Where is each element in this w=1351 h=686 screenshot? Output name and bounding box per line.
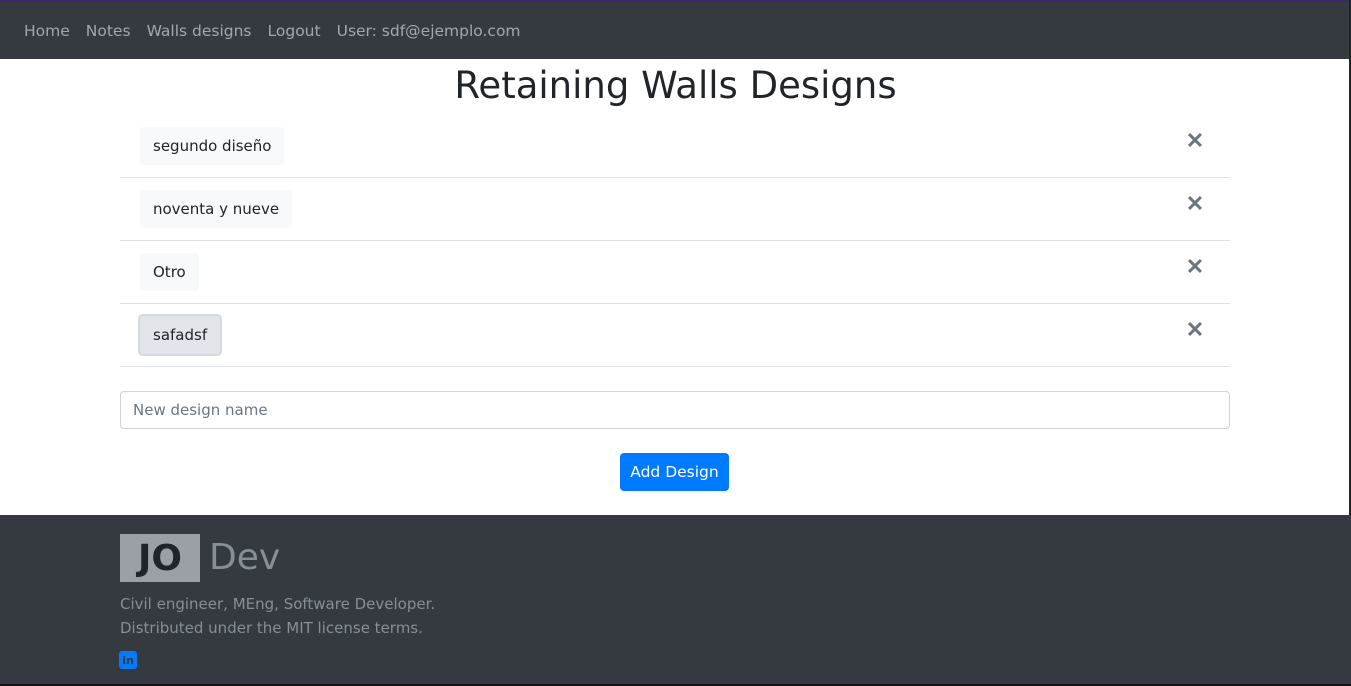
footer-license: Distributed under the MIT license terms. [120, 619, 423, 637]
design-item-button[interactable]: noventa y nueve [140, 190, 293, 228]
design-row: segundo diseño ✕ [120, 115, 1230, 178]
design-item-button-active[interactable]: safadsf [140, 316, 221, 354]
nav-logout-link[interactable]: Logout [268, 22, 321, 40]
linkedin-icon[interactable]: in [119, 651, 137, 669]
delete-design-close-icon[interactable]: ✕ [1182, 317, 1208, 343]
page-title: Retaining Walls Designs [454, 64, 897, 107]
footer-description: Civil engineer, MEng, Software Developer… [120, 595, 436, 613]
delete-design-close-icon[interactable]: ✕ [1182, 191, 1208, 217]
delete-design-close-icon[interactable]: ✕ [1182, 128, 1208, 154]
footer: JO Dev Civil engineer, MEng, Software De… [0, 515, 1351, 686]
footer-logo: JO Dev [120, 534, 280, 582]
new-design-name-input[interactable] [120, 391, 1230, 429]
nav-walls-designs-link[interactable]: Walls designs [147, 22, 252, 40]
design-row: noventa y nueve ✕ [120, 178, 1230, 241]
add-design-button[interactable]: Add Design [620, 453, 729, 491]
design-item-button[interactable]: Otro [140, 253, 199, 291]
logo-initials: JO [120, 534, 200, 582]
design-list: segundo diseño ✕ noventa y nueve ✕ Otro … [120, 115, 1230, 367]
nav-notes-link[interactable]: Notes [86, 22, 131, 40]
delete-design-close-icon[interactable]: ✕ [1182, 254, 1208, 280]
design-item-button[interactable]: segundo diseño [140, 127, 285, 165]
design-row: Otro ✕ [120, 241, 1230, 304]
user-email-label: User: sdf@ejemplo.com [336, 21, 521, 40]
navbar: Home Notes Walls designs Logout User: sd… [0, 2, 1351, 59]
nav-home-link[interactable]: Home [24, 22, 70, 40]
logo-text: Dev [209, 537, 281, 578]
design-row: safadsf ✕ [120, 304, 1230, 367]
